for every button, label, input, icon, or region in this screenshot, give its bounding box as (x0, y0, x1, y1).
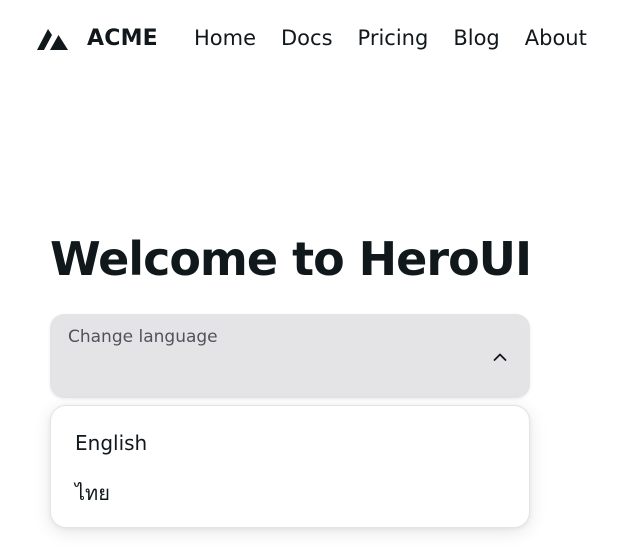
nav-link-about[interactable]: About (525, 26, 587, 50)
nav-link-blog[interactable]: Blog (453, 26, 499, 50)
brand-link[interactable]: ACME (37, 22, 158, 54)
option-thai[interactable]: ไทย (61, 468, 519, 518)
language-listbox: English ไทย (50, 405, 530, 528)
nav-item-about: About (525, 26, 587, 50)
language-select-label: Change language (68, 327, 218, 347)
nav-link-home[interactable]: Home (194, 26, 256, 50)
nav-item-home: Home (194, 26, 256, 50)
page: ACME Home Docs Pricing Blog About Welcom… (0, 0, 630, 550)
acme-logo-icon (37, 29, 68, 50)
brand-name: ACME (87, 25, 158, 51)
option-english[interactable]: English (61, 418, 519, 468)
navbar: ACME Home Docs Pricing Blog About (0, 0, 630, 76)
nav-link-docs[interactable]: Docs (281, 26, 333, 50)
language-select-trigger[interactable]: Change language (50, 314, 530, 398)
nav-link-pricing[interactable]: Pricing (358, 26, 429, 50)
chevron-up-icon (493, 353, 507, 361)
nav-item-pricing: Pricing (358, 26, 429, 50)
page-title: Welcome to HeroUI (50, 232, 532, 286)
nav-item-blog: Blog (453, 26, 499, 50)
nav-links: Home Docs Pricing Blog About (194, 22, 587, 54)
nav-item-docs: Docs (281, 26, 333, 50)
